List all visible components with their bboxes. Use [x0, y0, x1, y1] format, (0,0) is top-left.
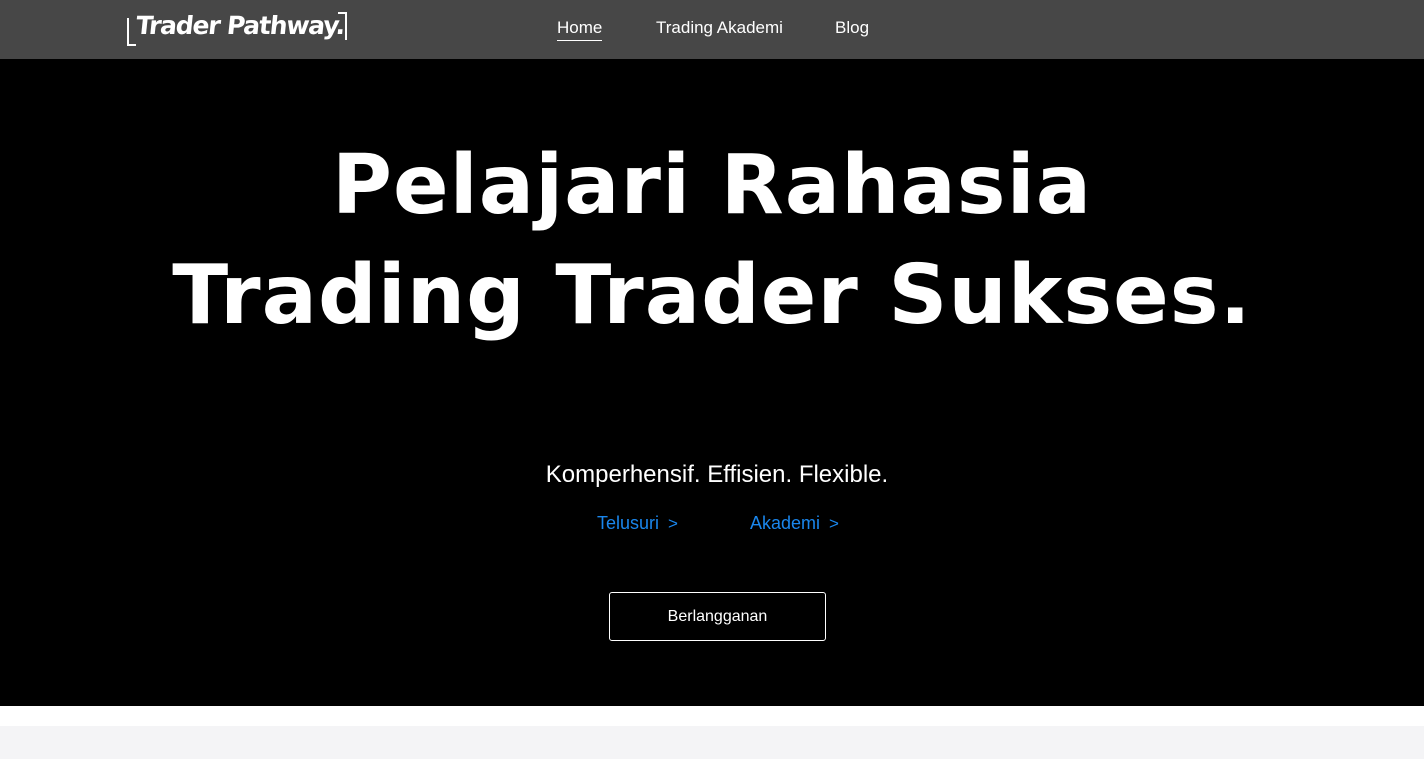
section-divider — [0, 706, 1424, 726]
chevron-right-icon: > — [829, 514, 839, 533]
nav-item-trading-akademi[interactable]: Trading Akademi — [656, 18, 783, 38]
akademi-link-label: Akademi — [750, 513, 821, 533]
brand-logo[interactable]: Trader Pathway. — [127, 10, 347, 46]
nav-item-blog[interactable]: Blog — [835, 18, 869, 38]
nav-item-home[interactable]: Home — [557, 18, 603, 41]
chevron-right-icon: > — [668, 514, 678, 533]
logo-text: Trader Pathway. — [134, 11, 346, 40]
hero-section: Pelajari Rahasia Trading Trader Sukses. … — [0, 59, 1424, 706]
logo-bracket-right — [338, 12, 347, 40]
akademi-link[interactable]: Akademi > — [750, 513, 839, 534]
hero-title: Pelajari Rahasia Trading Trader Sukses. — [0, 131, 1424, 351]
hero-title-line-2: Trading Trader Sukses. — [172, 248, 1252, 343]
next-section — [0, 726, 1424, 759]
hero-title-line-1: Pelajari Rahasia — [331, 138, 1093, 233]
hero-tagline: Komperhensif. Effisien. Flexible. — [545, 461, 889, 488]
top-navbar: Trader Pathway. Home Trading Akademi Blo… — [0, 0, 1424, 59]
telusuri-link[interactable]: Telusuri > — [597, 513, 678, 534]
telusuri-link-label: Telusuri — [597, 513, 660, 533]
subscribe-button[interactable]: Berlangganan — [609, 592, 826, 641]
